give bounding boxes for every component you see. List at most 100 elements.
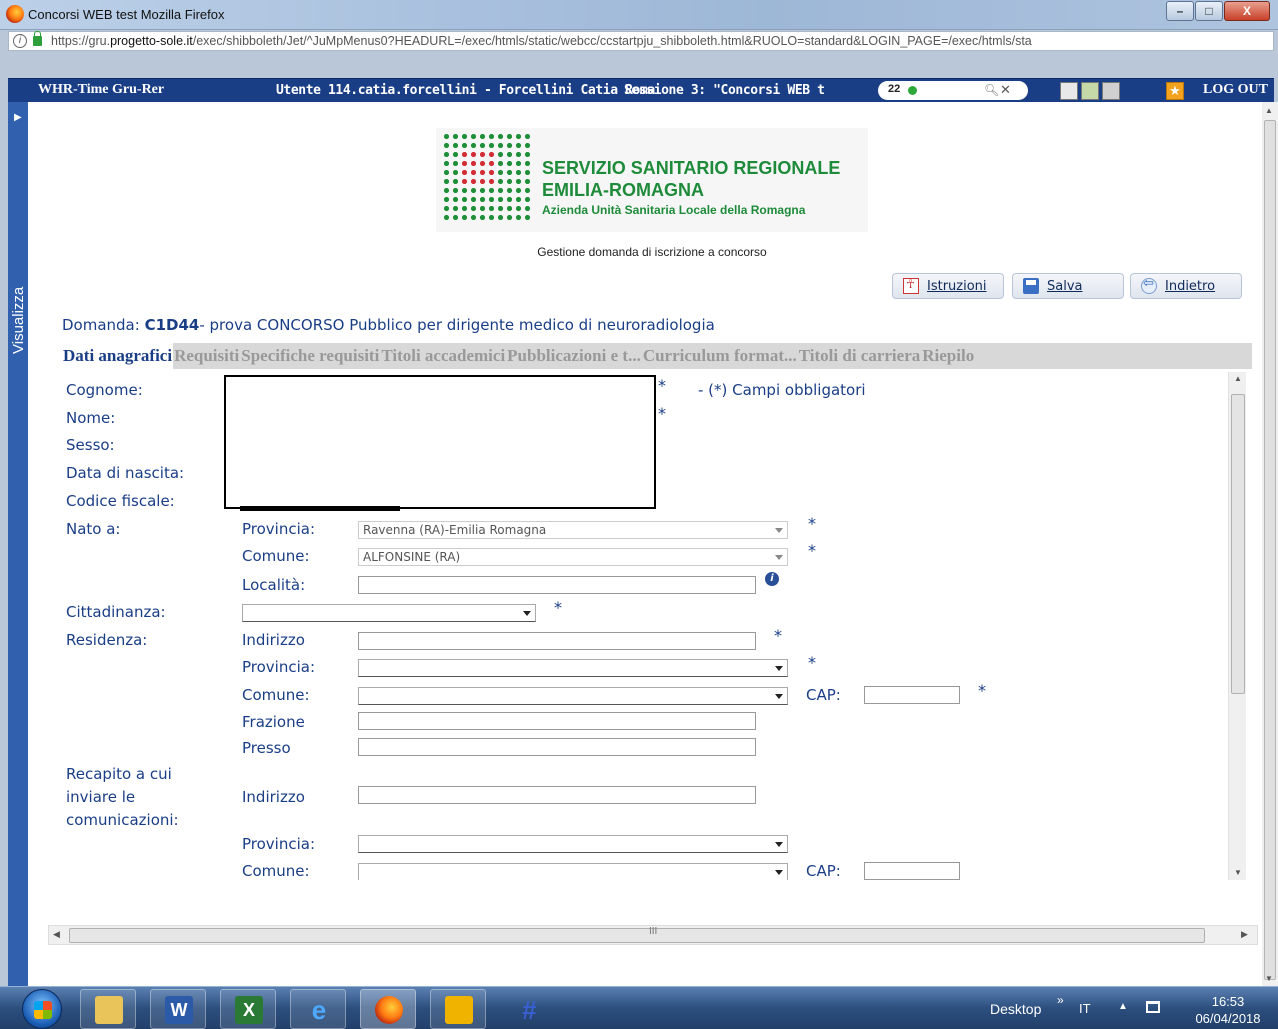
nato-comune-select[interactable]: ALFONSINE (RA) — [358, 548, 788, 566]
form-scroll-thumb[interactable] — [1231, 394, 1245, 694]
redacted-area — [224, 375, 656, 509]
taskbar-ie[interactable]: e — [290, 989, 346, 1029]
language-indicator[interactable]: IT — [1079, 1001, 1091, 1016]
internet-explorer-icon: e — [311, 995, 327, 1025]
session-info: Sessione 3: "Concorsi WEB t — [624, 83, 825, 98]
redacted-bar — [240, 506, 400, 511]
label-presso: Presso — [242, 739, 291, 757]
scroll-right-icon[interactable]: ▶ — [1241, 929, 1248, 940]
visualizza-side-tab[interactable]: ▶ Visualizza — [8, 102, 28, 986]
tab-requisiti[interactable]: Requisiti — [173, 343, 240, 369]
maximize-button[interactable]: □ — [1195, 1, 1223, 21]
site-info-icon[interactable]: i — [13, 34, 27, 48]
tab-dati-anagrafici[interactable]: Dati anagrafici — [62, 343, 174, 369]
istruzioni-button[interactable]: Istruzioni — [892, 273, 1004, 299]
form-vertical-scrollbar[interactable]: ▲ ▼ — [1228, 372, 1246, 880]
label-recapito-1: Recapito a cui — [66, 765, 172, 783]
clock-time: 16:53 — [1211, 994, 1245, 1009]
tab-riepilogo[interactable]: Riepilo — [921, 343, 975, 369]
label-localita: Località: — [242, 576, 306, 594]
domanda-title: Domanda: C1D44- prova CONCORSO Pubblico … — [62, 316, 715, 334]
recapito-provincia-select[interactable] — [358, 835, 788, 853]
label-residenza-comune: Comune: — [242, 686, 310, 704]
network-icon[interactable] — [1146, 1001, 1160, 1013]
residenza-comune-select[interactable] — [358, 687, 788, 705]
indietro-label: Indietro — [1165, 278, 1216, 294]
label-recapito-comune: Comune: — [242, 862, 310, 880]
document-icon[interactable] — [1060, 82, 1078, 100]
expand-arrow-icon[interactable]: ▶ — [14, 112, 22, 123]
close-button[interactable]: X — [1224, 1, 1270, 21]
search-icon[interactable]: 🔍︎ — [984, 83, 999, 97]
istruzioni-label: Istruzioni — [927, 278, 987, 294]
url-text[interactable]: https://gru.progetto-sole.it/exec/shibbo… — [51, 34, 1271, 48]
tab-curriculum[interactable]: Curriculum format... — [642, 343, 798, 369]
frazione-input[interactable] — [358, 712, 756, 730]
clear-icon[interactable]: ✕ — [1000, 82, 1011, 98]
excel-icon: X — [235, 996, 263, 1024]
presso-input[interactable] — [358, 738, 756, 756]
taskbar-tool[interactable]: # — [500, 989, 556, 1029]
scroll-down-icon[interactable]: ▼ — [1234, 868, 1242, 877]
salva-button[interactable]: Salva — [1012, 273, 1124, 299]
logout-link[interactable]: LOG OUT — [1203, 82, 1268, 98]
url-bar[interactable]: i https://gru.progetto-sole.it/exec/shib… — [8, 31, 1274, 51]
tray-expand-icon[interactable]: ▲ — [1118, 1001, 1128, 1012]
info-icon[interactable]: i — [765, 572, 779, 586]
recapito-comune-select[interactable] — [358, 863, 788, 880]
session-search[interactable]: 22 🔍︎ ✕ — [878, 81, 1028, 100]
pdf-icon — [903, 277, 919, 294]
scroll-up-icon[interactable]: ▲ — [1265, 106, 1273, 115]
favorites-star-icon[interactable]: ★ — [1166, 82, 1184, 100]
scroll-grip-icon: III — [649, 926, 658, 937]
tab-specifiche-requisiti[interactable]: Specifiche requisiti — [240, 343, 380, 369]
session-count: 22 — [888, 83, 901, 95]
start-button-icon[interactable] — [22, 989, 62, 1029]
taskbar-scheduler[interactable] — [430, 989, 486, 1029]
window-controls: – □ X — [1165, 1, 1270, 21]
required-mark-nato-comune: * — [808, 541, 816, 560]
recapito-indirizzo-input[interactable] — [358, 786, 756, 804]
taskbar-word[interactable]: W — [150, 989, 206, 1029]
grid-icon[interactable] — [1081, 82, 1099, 100]
localita-input[interactable] — [358, 576, 756, 594]
gear-icon[interactable] — [1102, 82, 1120, 100]
calendar-icon — [445, 996, 473, 1024]
firefox-icon — [375, 996, 403, 1024]
chevron-down-icon — [775, 666, 783, 671]
taskbar-explorer[interactable] — [80, 989, 136, 1029]
cittadinanza-select[interactable] — [242, 604, 536, 622]
horizontal-scrollbar[interactable]: ◀ III ▶ — [48, 925, 1258, 945]
recapito-cap-input[interactable] — [864, 862, 960, 880]
scroll-left-icon[interactable]: ◀ — [53, 929, 60, 940]
tab-titoli-accademici[interactable]: Titoli accademici — [380, 343, 506, 369]
residenza-cap-input[interactable] — [864, 686, 960, 704]
residenza-indirizzo-input[interactable] — [358, 632, 756, 650]
label-sesso: Sesso: — [66, 436, 115, 454]
scroll-up-icon[interactable]: ▲ — [1234, 374, 1242, 383]
desktop-toolbar-label[interactable]: Desktop — [990, 1001, 1041, 1017]
horizontal-scroll-thumb[interactable] — [69, 928, 1205, 943]
domanda-description: - prova CONCORSO Pubblico per dirigente … — [199, 316, 715, 334]
salva-label: Salva — [1047, 278, 1083, 294]
indietro-button[interactable]: Indietro — [1130, 273, 1242, 299]
scroll-down-icon[interactable]: ▼ — [1265, 974, 1273, 983]
domanda-code: C1D44 — [144, 316, 200, 334]
nato-provincia-value: Ravenna (RA)-Emilia Romagna — [363, 523, 547, 537]
chevron-down-icon — [775, 528, 783, 533]
taskbar-firefox[interactable] — [360, 989, 416, 1029]
residenza-provincia-select[interactable] — [358, 659, 788, 677]
tab-titoli-carriera[interactable]: Titoli di carriera — [798, 343, 922, 369]
word-icon: W — [165, 996, 193, 1024]
nato-provincia-select[interactable]: Ravenna (RA)-Emilia Romagna — [358, 521, 788, 539]
minimize-button[interactable]: – — [1166, 1, 1194, 21]
toolbar-chevron-icon[interactable]: » — [1057, 993, 1064, 1007]
nato-comune-value: ALFONSINE (RA) — [363, 550, 461, 564]
clock[interactable]: 16:53 06/04/2018 — [1190, 993, 1266, 1027]
page-vertical-scrollbar[interactable]: ▲ ▼ — [1262, 102, 1278, 986]
taskbar-excel[interactable]: X — [220, 989, 276, 1029]
required-mark-cognome: * — [658, 376, 666, 395]
label-nato-provincia: Provincia: — [242, 520, 316, 538]
page-scroll-thumb[interactable] — [1264, 120, 1276, 980]
tab-pubblicazioni[interactable]: Pubblicazioni e t... — [506, 343, 642, 369]
